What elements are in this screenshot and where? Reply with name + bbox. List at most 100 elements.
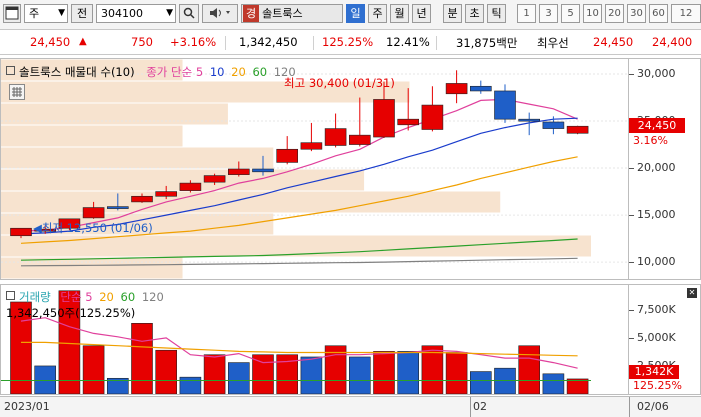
volume-bar: [494, 367, 516, 394]
period-month[interactable]: 월: [390, 4, 409, 23]
candle: [348, 97, 371, 147]
candle: [324, 113, 347, 148]
price-change-pct: +3.16%: [170, 35, 217, 49]
vma5-label: 5: [85, 290, 93, 304]
ma5-label: 5: [195, 65, 204, 79]
stock-code-input[interactable]: 304100 ▼: [96, 4, 176, 23]
period-tick[interactable]: 틱: [487, 4, 506, 23]
search-icon[interactable]: [179, 4, 199, 23]
candle-body: [421, 104, 444, 130]
month-divider: [470, 397, 471, 417]
volume-bar: [131, 322, 153, 394]
price-pane-title: 솔트룩스 매물대 수(10): [19, 65, 135, 79]
period-minute[interactable]: 분: [443, 4, 462, 23]
grid-settings-icon[interactable]: [9, 84, 25, 100]
stock-name-field[interactable]: 경 솔트룩스: [241, 4, 343, 23]
trade-amount: 31,875백만: [456, 36, 518, 50]
volume-profile-band: [1, 147, 274, 169]
candle: [300, 122, 323, 152]
code-prefix-button[interactable]: 전: [71, 4, 93, 23]
candle-body: [107, 206, 129, 209]
candle-body: [228, 168, 250, 175]
price-legend: 솔트룩스 매물대 수(10) 종가 단순 5 10 20 60 120: [6, 64, 296, 80]
volume-bar: [348, 356, 371, 394]
interval-120[interactable]: 12: [671, 4, 701, 23]
volume-bar: [469, 371, 492, 394]
price-axis-label: 20,000: [637, 161, 676, 175]
quote-bar: 24,450 ▲ 750 +3.16% 1,342,450 125.25% 12…: [0, 30, 701, 55]
divider: [313, 36, 314, 50]
candle-body: [494, 90, 516, 120]
candle-body: [373, 99, 395, 138]
low-annotation-text: 최저 12,550 (01/06): [41, 221, 153, 235]
high-annotation: 최고 30,400 (01/31): [284, 76, 395, 90]
window-icon[interactable]: [3, 4, 21, 23]
vma20-label: 20: [99, 290, 114, 304]
price-axis-label: 10,000: [637, 255, 676, 269]
ma60-label: 60: [252, 65, 268, 79]
volume-bar: [518, 345, 541, 394]
candle-body: [566, 125, 589, 134]
vma20-line: [21, 341, 578, 357]
volume-chart-pane[interactable]: 거래량 단순 5 20 60 120 1,342,450주(125.25%): [0, 284, 629, 395]
trade-volume: 1,342,450: [239, 35, 298, 49]
interval-5[interactable]: 5: [561, 4, 580, 23]
best-bid: 24,450: [593, 35, 634, 49]
period-second[interactable]: 초: [465, 4, 484, 23]
chevron-down-icon: ▼: [166, 8, 173, 18]
volume-bar: [203, 354, 226, 394]
price-chart-pane[interactable]: 솔트룩스 매물대 수(10) 종가 단순 5 10 20 60 120 최고 3…: [0, 58, 629, 280]
up-arrow-icon: ▲: [79, 36, 87, 47]
price-change: 750: [131, 35, 153, 49]
market-type-select[interactable]: 주 ▼: [24, 4, 68, 23]
candle-body: [155, 191, 177, 197]
axis-tick: [629, 168, 634, 170]
collapse-toggle-icon[interactable]: [6, 66, 15, 75]
interval-1[interactable]: 1: [517, 4, 536, 23]
market-type-value: 주: [29, 7, 40, 20]
volume-bar: [228, 362, 250, 394]
axis-tick: [629, 262, 634, 264]
axis-tick: [629, 337, 634, 339]
candle-body: [324, 128, 347, 146]
close-icon[interactable]: ✕: [687, 288, 697, 298]
volume-bar: [155, 349, 177, 394]
axis-tick: [629, 74, 634, 76]
candle-body: [82, 207, 105, 219]
volume-bar: [397, 351, 420, 394]
vma60-label: 60: [120, 290, 136, 304]
volume-bar: [252, 354, 274, 394]
candle: [469, 80, 492, 94]
volume-axis-label: 7,500K: [637, 302, 676, 316]
vma5-line: [20, 317, 578, 369]
axis-tick: [629, 309, 634, 311]
volume-bar: [82, 345, 105, 394]
best-ask: 24,400: [652, 35, 693, 49]
volume-pane-title: 거래량: [19, 290, 51, 304]
volume-axis-label: 5,000K: [637, 330, 676, 344]
toolbar: 주 ▼ 전 304100 ▼ 경 솔트룩스 일 주 월 년 분 초 틱 1 3 5…: [0, 0, 701, 30]
candle-body: [300, 142, 323, 150]
volume-profile-band: [1, 125, 183, 147]
ma20-label: 20: [231, 65, 246, 79]
interval-3[interactable]: 3: [539, 4, 558, 23]
interval-10[interactable]: 10: [583, 4, 602, 23]
collapse-toggle-icon[interactable]: [6, 291, 15, 300]
candle: [421, 86, 444, 132]
speaker-icon[interactable]: [202, 4, 238, 23]
interval-20[interactable]: 20: [605, 4, 624, 23]
period-week[interactable]: 주: [368, 4, 387, 23]
stock-code-value: 304100: [101, 7, 143, 20]
turnover-rate: 12.41%: [386, 35, 430, 49]
interval-30[interactable]: 30: [627, 4, 646, 23]
price-axis-label: 15,000: [637, 208, 676, 222]
price-axis-label: 30,000: [637, 67, 676, 81]
period-year[interactable]: 년: [412, 4, 431, 23]
candle-body: [252, 168, 274, 173]
period-day[interactable]: 일: [346, 4, 365, 23]
price-chart[interactable]: [1, 59, 628, 279]
volume-legend: 거래량 단순 5 20 60 120: [6, 289, 164, 305]
stock-name: 솔트룩스: [262, 7, 303, 20]
interval-60[interactable]: 60: [649, 4, 668, 23]
volume-profile-band: [1, 191, 501, 213]
